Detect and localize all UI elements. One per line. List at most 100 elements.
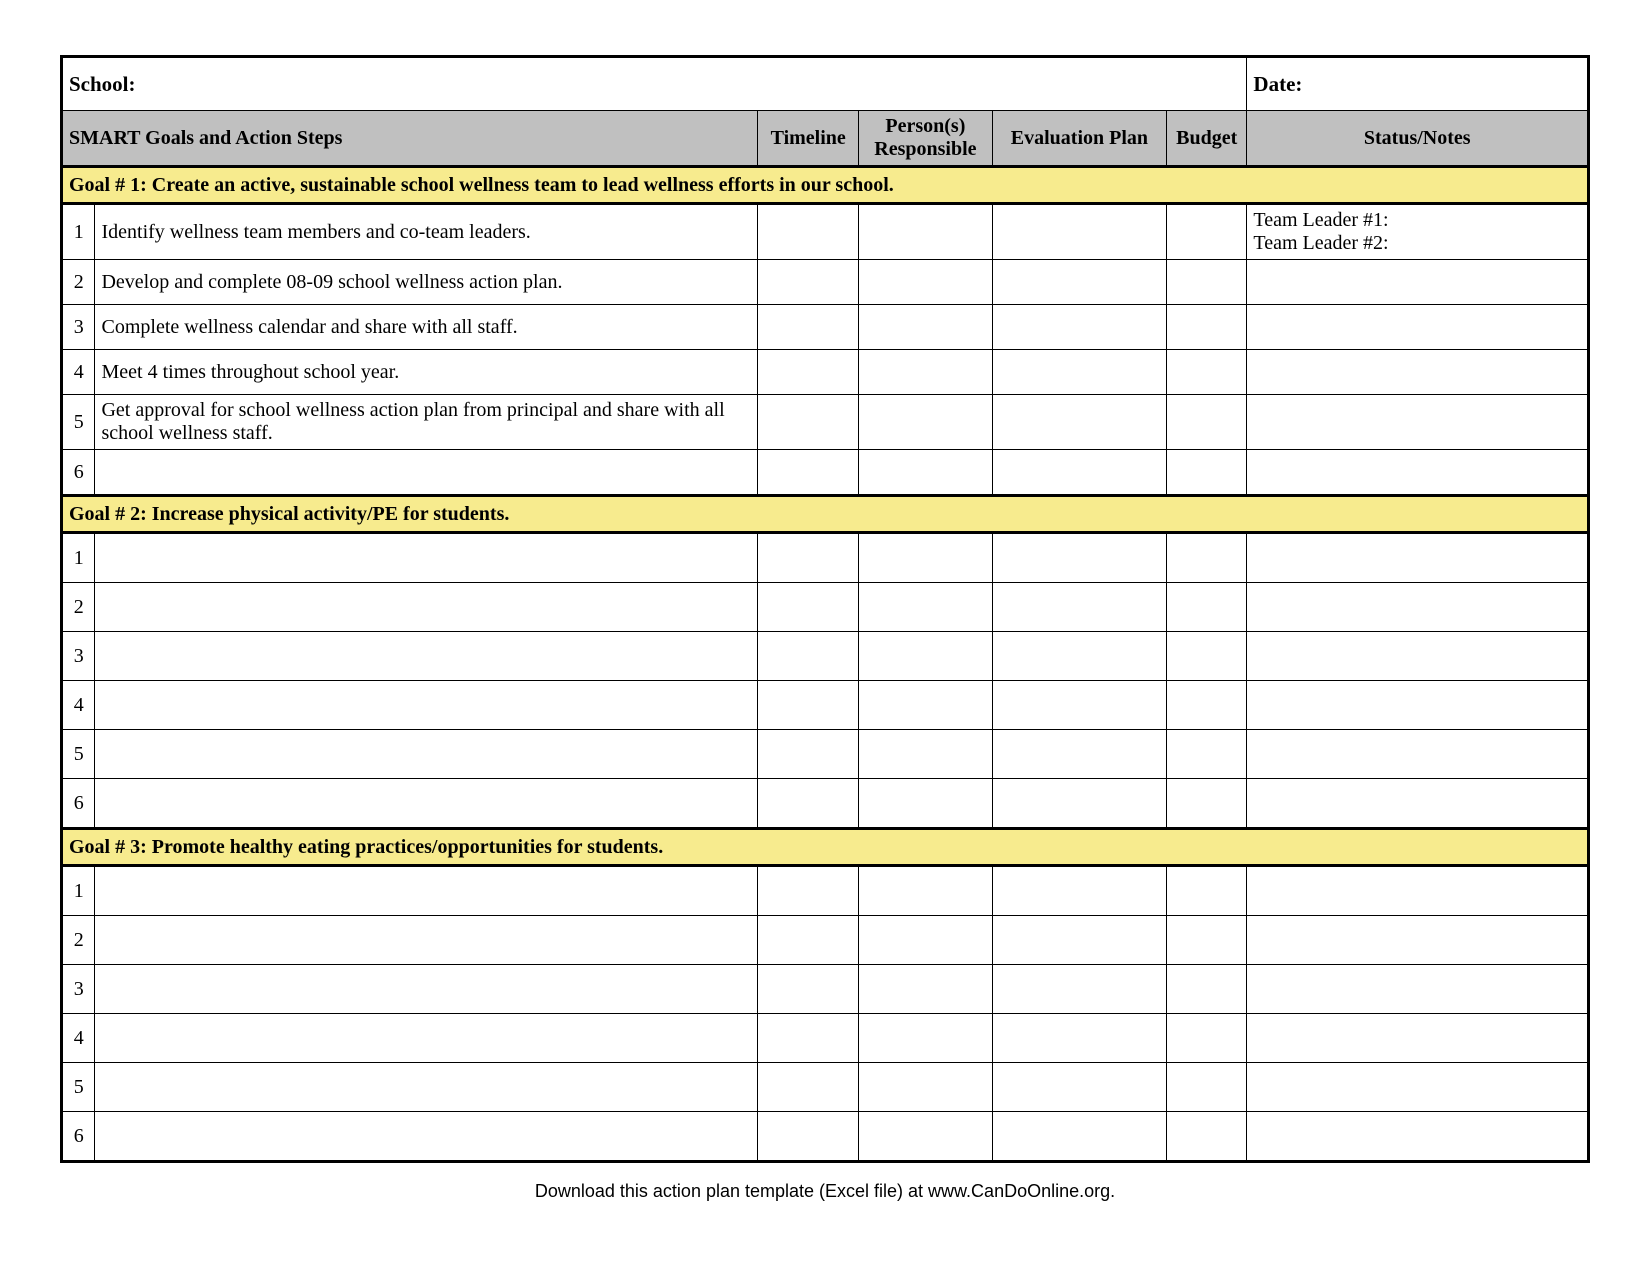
cell-person: [858, 1063, 992, 1112]
step-desc: [95, 779, 758, 829]
cell-timeline: [758, 204, 858, 260]
cell-status: [1247, 533, 1589, 583]
step-number: 3: [62, 305, 95, 350]
cell-status: [1247, 632, 1589, 681]
step-desc: [95, 965, 758, 1014]
cell-person: [858, 450, 992, 496]
cell-eval: [992, 583, 1166, 632]
step-desc: [95, 450, 758, 496]
cell-person: [858, 350, 992, 395]
goal-2-title: Goal # 2: Increase physical activity/PE …: [62, 496, 1589, 533]
cell-person: [858, 305, 992, 350]
step-desc: Get approval for school wellness action …: [95, 395, 758, 450]
step-desc: [95, 866, 758, 916]
cell-status: [1247, 916, 1589, 965]
cell-person: [858, 395, 992, 450]
cell-eval: [992, 533, 1166, 583]
column-header-row: SMART Goals and Action Steps Timeline Pe…: [62, 111, 1589, 167]
date-label: Date:: [1247, 57, 1589, 111]
step-number: 2: [62, 583, 95, 632]
cell-timeline: [758, 350, 858, 395]
step-desc: Develop and complete 08-09 school wellne…: [95, 260, 758, 305]
cell-person: [858, 1112, 992, 1162]
col-budget: Budget: [1166, 111, 1246, 167]
step-desc: [95, 533, 758, 583]
cell-timeline: [758, 730, 858, 779]
step-number: 4: [62, 350, 95, 395]
col-timeline: Timeline: [758, 111, 858, 167]
table-row: 1: [62, 866, 1589, 916]
cell-budget: [1166, 350, 1246, 395]
goal-3-title: Goal # 3: Promote healthy eating practic…: [62, 829, 1589, 866]
step-number: 1: [62, 204, 95, 260]
cell-status: [1247, 681, 1589, 730]
cell-eval: [992, 730, 1166, 779]
table-row: 3: [62, 632, 1589, 681]
cell-person: [858, 965, 992, 1014]
step-desc: [95, 916, 758, 965]
table-row: 1: [62, 533, 1589, 583]
cell-budget: [1166, 916, 1246, 965]
cell-timeline: [758, 260, 858, 305]
cell-status: [1247, 1112, 1589, 1162]
school-label: School:: [62, 57, 1247, 111]
step-number: 3: [62, 632, 95, 681]
cell-budget: [1166, 533, 1246, 583]
cell-person: [858, 260, 992, 305]
cell-status: [1247, 450, 1589, 496]
table-row: 6: [62, 450, 1589, 496]
cell-person: [858, 730, 992, 779]
cell-status: [1247, 305, 1589, 350]
table-row: 3: [62, 965, 1589, 1014]
cell-budget: [1166, 1014, 1246, 1063]
step-desc: [95, 632, 758, 681]
table-row: 6: [62, 1112, 1589, 1162]
table-row: 3 Complete wellness calendar and share w…: [62, 305, 1589, 350]
cell-eval: [992, 916, 1166, 965]
cell-eval: [992, 450, 1166, 496]
cell-status: [1247, 260, 1589, 305]
cell-budget: [1166, 681, 1246, 730]
step-desc: Identify wellness team members and co-te…: [95, 204, 758, 260]
step-desc: Meet 4 times throughout school year.: [95, 350, 758, 395]
cell-timeline: [758, 916, 858, 965]
cell-budget: [1166, 632, 1246, 681]
cell-budget: [1166, 395, 1246, 450]
cell-budget: [1166, 260, 1246, 305]
step-number: 6: [62, 450, 95, 496]
step-desc: [95, 1063, 758, 1112]
step-number: 2: [62, 916, 95, 965]
cell-eval: [992, 350, 1166, 395]
cell-budget: [1166, 965, 1246, 1014]
goal-1-title: Goal # 1: Create an active, sustainable …: [62, 167, 1589, 204]
col-eval: Evaluation Plan: [992, 111, 1166, 167]
cell-status: [1247, 583, 1589, 632]
step-desc: [95, 1014, 758, 1063]
cell-budget: [1166, 730, 1246, 779]
step-number: 6: [62, 1112, 95, 1162]
page: School: Date: SMART Goals and Action Ste…: [0, 0, 1650, 1275]
table-row: 1 Identify wellness team members and co-…: [62, 204, 1589, 260]
cell-timeline: [758, 681, 858, 730]
step-number: 5: [62, 1063, 95, 1112]
goal-2-header: Goal # 2: Increase physical activity/PE …: [62, 496, 1589, 533]
table-row: 4 Meet 4 times throughout school year.: [62, 350, 1589, 395]
cell-budget: [1166, 450, 1246, 496]
cell-eval: [992, 681, 1166, 730]
cell-person: [858, 1014, 992, 1063]
cell-timeline: [758, 305, 858, 350]
cell-eval: [992, 395, 1166, 450]
cell-timeline: [758, 583, 858, 632]
cell-timeline: [758, 632, 858, 681]
table-row: 6: [62, 779, 1589, 829]
cell-status: Team Leader #1: Team Leader #2:: [1247, 204, 1589, 260]
cell-eval: [992, 204, 1166, 260]
table-row: 4: [62, 681, 1589, 730]
table-row: 4: [62, 1014, 1589, 1063]
header-row: School: Date:: [62, 57, 1589, 111]
step-desc: Complete wellness calendar and share wit…: [95, 305, 758, 350]
cell-timeline: [758, 450, 858, 496]
cell-person: [858, 866, 992, 916]
cell-timeline: [758, 965, 858, 1014]
step-number: 5: [62, 730, 95, 779]
